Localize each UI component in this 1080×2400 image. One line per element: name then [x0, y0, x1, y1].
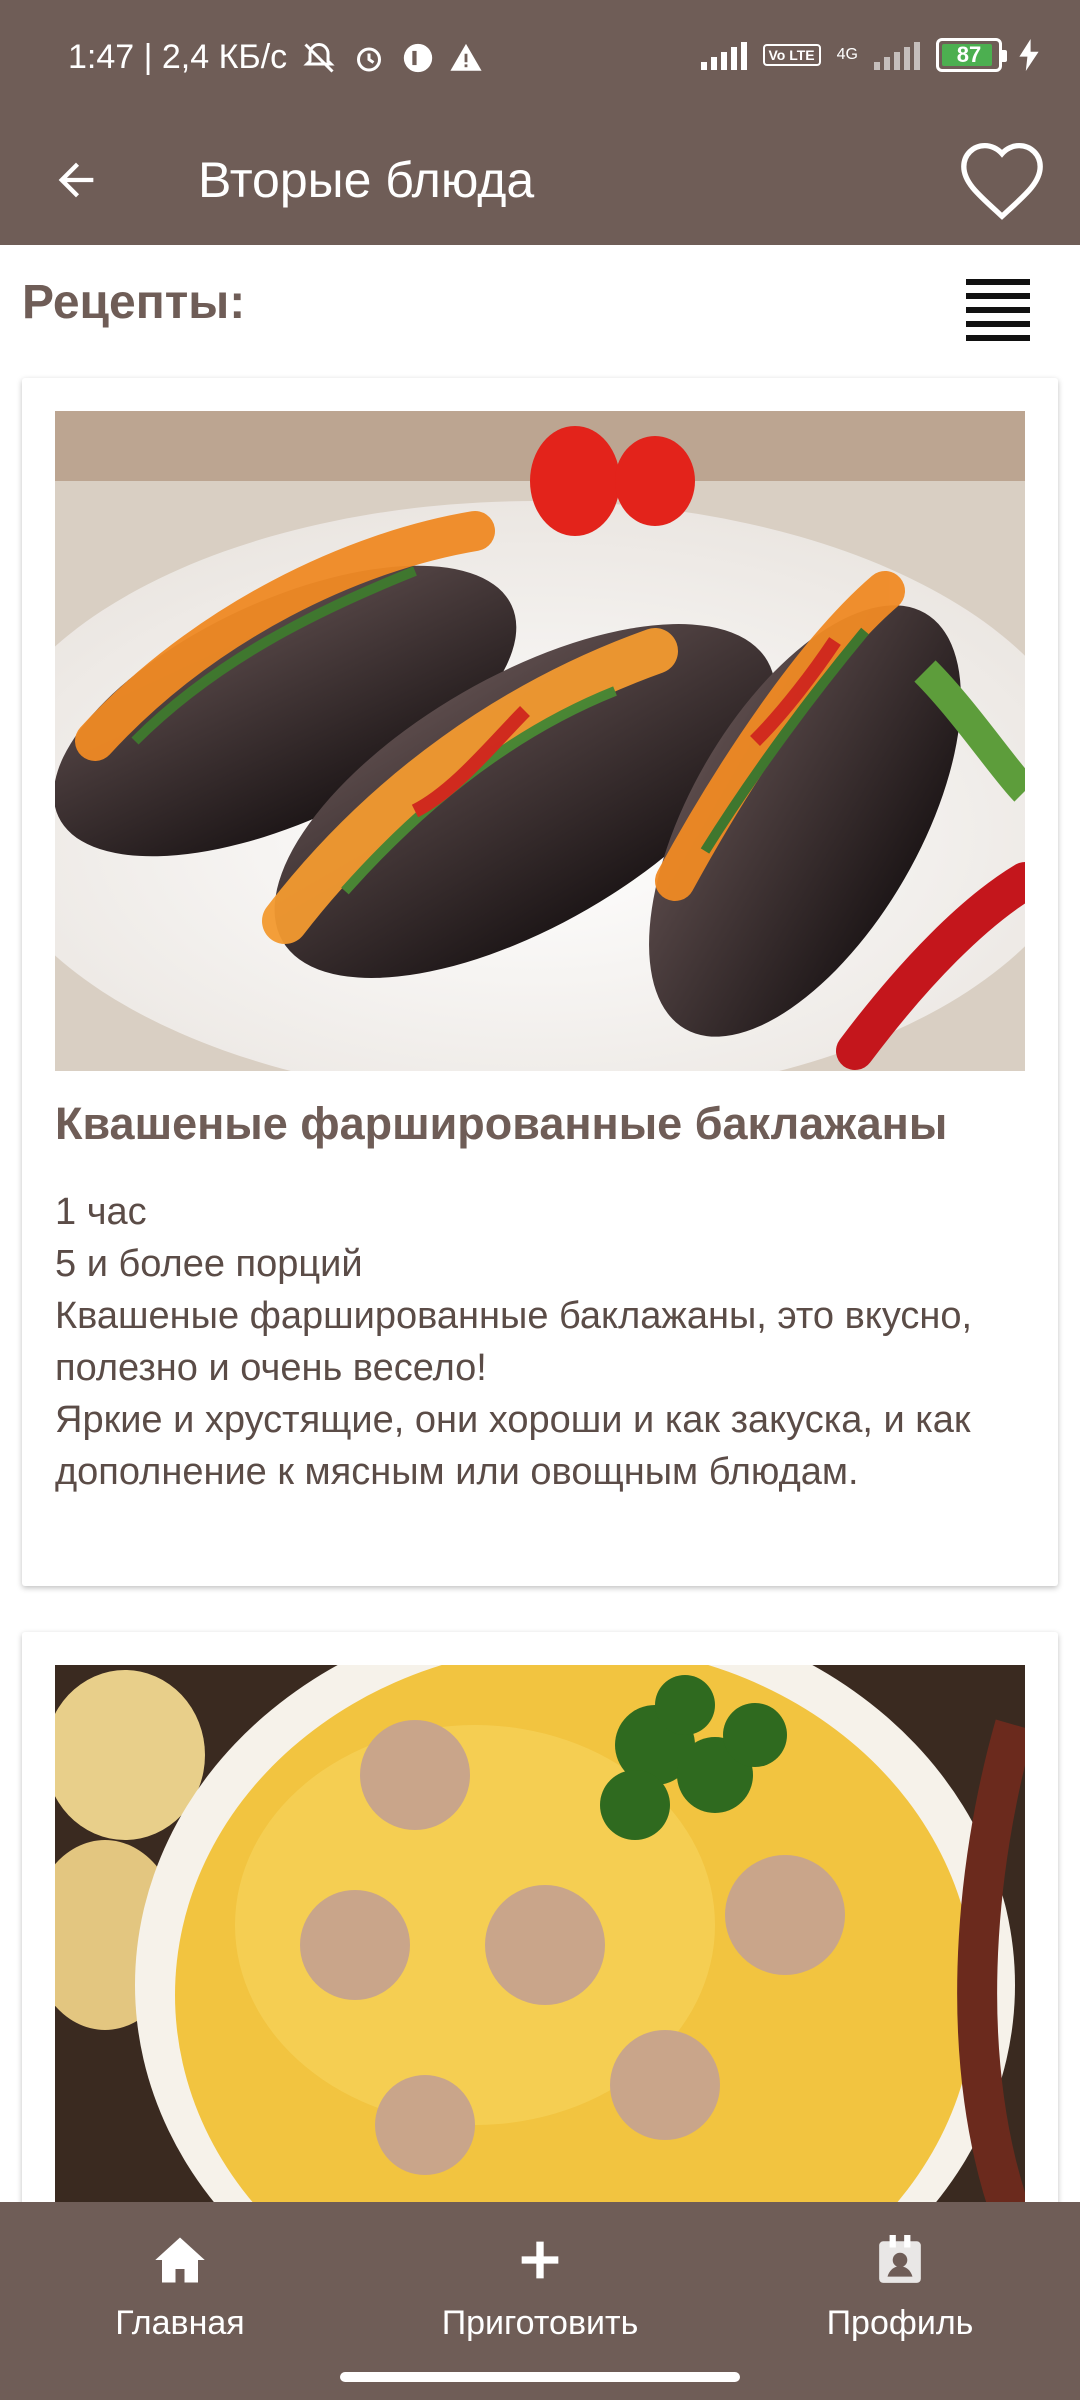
favorite-button[interactable]	[952, 130, 1052, 230]
recipe-servings: 5 и более порций	[55, 1243, 363, 1285]
recipe-image-casserole	[55, 1665, 1025, 2225]
status-right: Vo LTE 4G 87	[700, 38, 1041, 72]
recipe-description-2: Яркие и хрустящие, они хороши и как заку…	[55, 1399, 971, 1493]
recipe-time: 1 час	[55, 1191, 147, 1233]
signal-2-icon	[874, 40, 920, 70]
recipe-details: 1 час 5 и более порций Квашеные фарширов…	[55, 1186, 1035, 1498]
volte-badge: Vo LTE	[762, 44, 821, 66]
nav-cook-label: Приготовить	[441, 2304, 639, 2342]
home-indicator	[340, 2372, 740, 2382]
recipe-card[interactable]: Квашеные фаршированные баклажаны 1 час 5…	[22, 378, 1058, 1586]
status-left: 1:47 | 2,4 КБ/с	[68, 38, 483, 77]
charging-icon	[1019, 39, 1039, 71]
nav-profile[interactable]: Профиль	[750, 2230, 1050, 2343]
profile-icon	[879, 2235, 921, 2283]
recipe-description-1: Квашеные фаршированные баклажаны, это вк…	[55, 1295, 973, 1389]
alarm-icon	[357, 47, 382, 71]
status-bar: 1:47 | 2,4 КБ/с Vo LTE 4G 87	[0, 0, 1080, 120]
recipe-title: Квашеные фаршированные баклажаны	[55, 1098, 948, 1149]
network-type: 4G	[836, 46, 858, 63]
page-title: Вторые блюда	[198, 152, 535, 208]
section-title: Рецепты:	[22, 276, 246, 329]
plus-icon	[521, 2241, 559, 2279]
battery-icon: 87	[936, 38, 1007, 72]
status-time-speed: 1:47 | 2,4 КБ/с	[68, 38, 288, 76]
section-header: Рецепты:	[0, 245, 1080, 370]
bell-off-icon	[303, 42, 335, 73]
back-button[interactable]	[38, 142, 114, 218]
nav-home[interactable]: Главная	[30, 2230, 330, 2343]
warning-icon	[450, 43, 482, 71]
recipe-image-eggplant	[55, 411, 1025, 1071]
app-notification-icon	[404, 43, 433, 72]
nav-cook[interactable]: Приготовить	[390, 2230, 690, 2343]
home-icon	[155, 2237, 205, 2283]
arrow-back-icon	[58, 162, 94, 198]
list-view-button[interactable]	[958, 275, 1038, 345]
nav-profile-label: Профиль	[826, 2304, 974, 2342]
heart-outline-icon	[961, 142, 1043, 220]
app-bar: Вторые блюда	[0, 120, 1080, 245]
bottom-navigation: Главная Приготовить Профиль	[0, 2202, 1080, 2400]
nav-home-label: Главная	[115, 2304, 245, 2342]
signal-icon	[700, 40, 747, 70]
